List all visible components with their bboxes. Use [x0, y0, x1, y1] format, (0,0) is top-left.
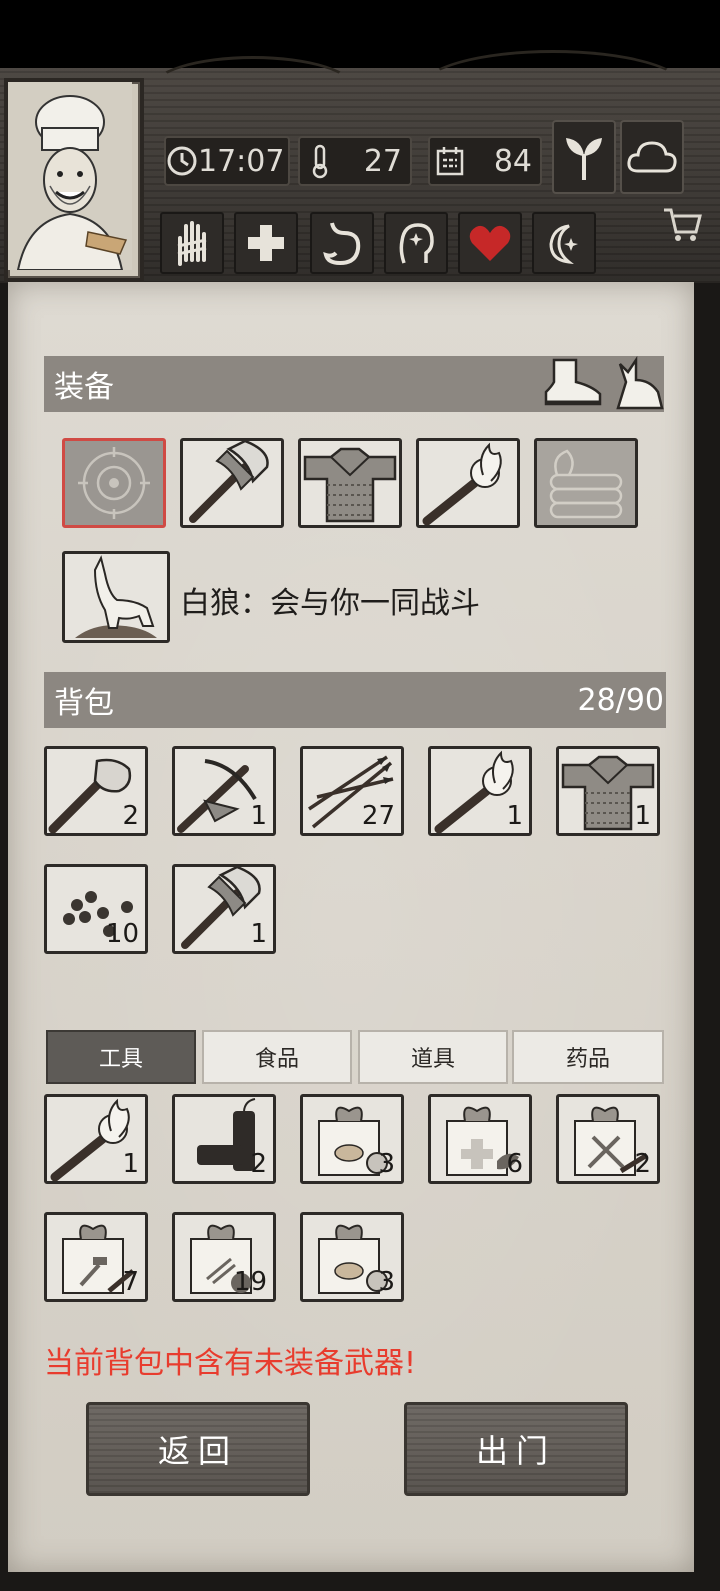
backpack-item[interactable]: 1 — [172, 864, 276, 954]
backpack-item[interactable]: 27 — [300, 746, 404, 836]
companion-description: 白狼：会与你一同战斗 — [180, 586, 480, 621]
health-status-button[interactable] — [234, 212, 298, 274]
shop-cart-button[interactable] — [662, 206, 702, 248]
chainmail-armor-icon — [303, 447, 397, 523]
tab-medicine[interactable]: 药品 — [512, 1030, 664, 1084]
item-count: 3 — [378, 1267, 395, 1297]
backpack-item[interactable]: 10 — [44, 864, 148, 954]
tool-item[interactable]: 3 — [300, 1212, 404, 1302]
tool-item[interactable]: 6 — [428, 1094, 532, 1184]
equipment-title: 装备 — [54, 370, 114, 405]
medical-cross-icon — [248, 225, 284, 261]
cloud-icon — [627, 141, 677, 173]
dynamite-bundle-icon — [549, 449, 623, 519]
sprout-icon — [566, 138, 602, 180]
go-out-button[interactable]: 出门 — [404, 1402, 628, 1496]
item-count: 10 — [105, 919, 139, 949]
heart-icon — [469, 225, 511, 261]
shopping-cart-icon — [664, 208, 702, 241]
item-count: 1 — [250, 919, 267, 949]
torch-icon — [422, 442, 502, 525]
boot-icon[interactable] — [540, 356, 604, 414]
item-count: 1 — [250, 801, 267, 831]
backpack-item[interactable]: 1 — [428, 746, 532, 836]
iron-axe-icon — [189, 441, 269, 523]
injury-status-button[interactable] — [160, 212, 224, 274]
head-sparkle-icon — [399, 223, 434, 264]
tool-item[interactable]: 2 — [556, 1094, 660, 1184]
day-counter-display: 84 — [428, 136, 542, 186]
character-portrait[interactable] — [4, 78, 144, 282]
tool-item[interactable]: 2 — [172, 1094, 276, 1184]
temperature-value: 27 — [363, 143, 402, 179]
clock-icon — [166, 145, 198, 177]
tool-item[interactable]: 7 — [44, 1212, 148, 1302]
equipment-slot-armor[interactable] — [298, 438, 402, 528]
vine-decoration — [150, 56, 356, 122]
affection-status-button[interactable] — [458, 212, 522, 274]
tool-item[interactable]: 1 — [44, 1094, 148, 1184]
clock-display: 17:07 — [164, 136, 290, 186]
item-count: 6 — [506, 1149, 523, 1179]
unequipped-weapon-warning: 当前背包中含有未装备武器! — [44, 1346, 417, 1381]
mental-status-button[interactable] — [384, 212, 448, 274]
equipment-slot-weapon[interactable] — [180, 438, 284, 528]
calendar-icon — [430, 145, 470, 177]
tab-props[interactable]: 道具 — [358, 1030, 508, 1084]
moon-star-icon — [549, 224, 578, 264]
item-count: 1 — [634, 801, 651, 831]
vine-decoration — [420, 50, 686, 126]
item-count: 7 — [122, 1267, 139, 1297]
item-count: 1 — [122, 1149, 139, 1179]
item-count: 1 — [506, 801, 523, 831]
day-value: 84 — [493, 143, 532, 179]
backpack-item[interactable]: 1 — [556, 746, 660, 836]
equipment-slot-light[interactable] — [416, 438, 520, 528]
tab-food[interactable]: 食品 — [202, 1030, 352, 1084]
target-icon — [78, 447, 150, 519]
backpack-header: 背包 28/90 — [44, 672, 666, 728]
item-count: 2 — [634, 1149, 651, 1179]
temperature-display: 27 — [298, 136, 412, 186]
backpack-capacity: 28/90 — [577, 682, 664, 718]
item-count: 19 — [233, 1267, 267, 1297]
stomach-icon — [323, 222, 361, 265]
item-count: 27 — [361, 801, 395, 831]
backpack-title: 背包 — [54, 686, 114, 721]
wolf-howl-icon[interactable] — [606, 352, 666, 416]
chef-portrait-icon — [8, 82, 132, 271]
equipment-slot-target[interactable] — [62, 438, 166, 528]
backpack-item[interactable]: 1 — [172, 746, 276, 836]
item-count: 3 — [378, 1149, 395, 1179]
item-count: 2 — [122, 801, 139, 831]
companion-slot[interactable] — [62, 551, 170, 643]
back-button[interactable]: 返回 — [86, 1402, 310, 1496]
tool-item[interactable]: 19 — [172, 1212, 276, 1302]
bandaged-hand-icon — [177, 221, 207, 266]
tool-item[interactable]: 3 — [300, 1094, 404, 1184]
equipment-slot-explosive[interactable] — [534, 438, 638, 528]
white-wolf-icon — [75, 555, 157, 638]
farming-button[interactable] — [552, 120, 616, 194]
weather-button[interactable] — [620, 120, 684, 194]
tab-tools[interactable]: 工具 — [46, 1030, 196, 1084]
time-value: 17:07 — [198, 143, 285, 179]
backpack-item[interactable]: 2 — [44, 746, 148, 836]
item-count: 2 — [250, 1149, 267, 1179]
hunger-status-button[interactable] — [310, 212, 374, 274]
sleep-status-button[interactable] — [532, 212, 596, 274]
thermometer-icon — [300, 143, 340, 179]
